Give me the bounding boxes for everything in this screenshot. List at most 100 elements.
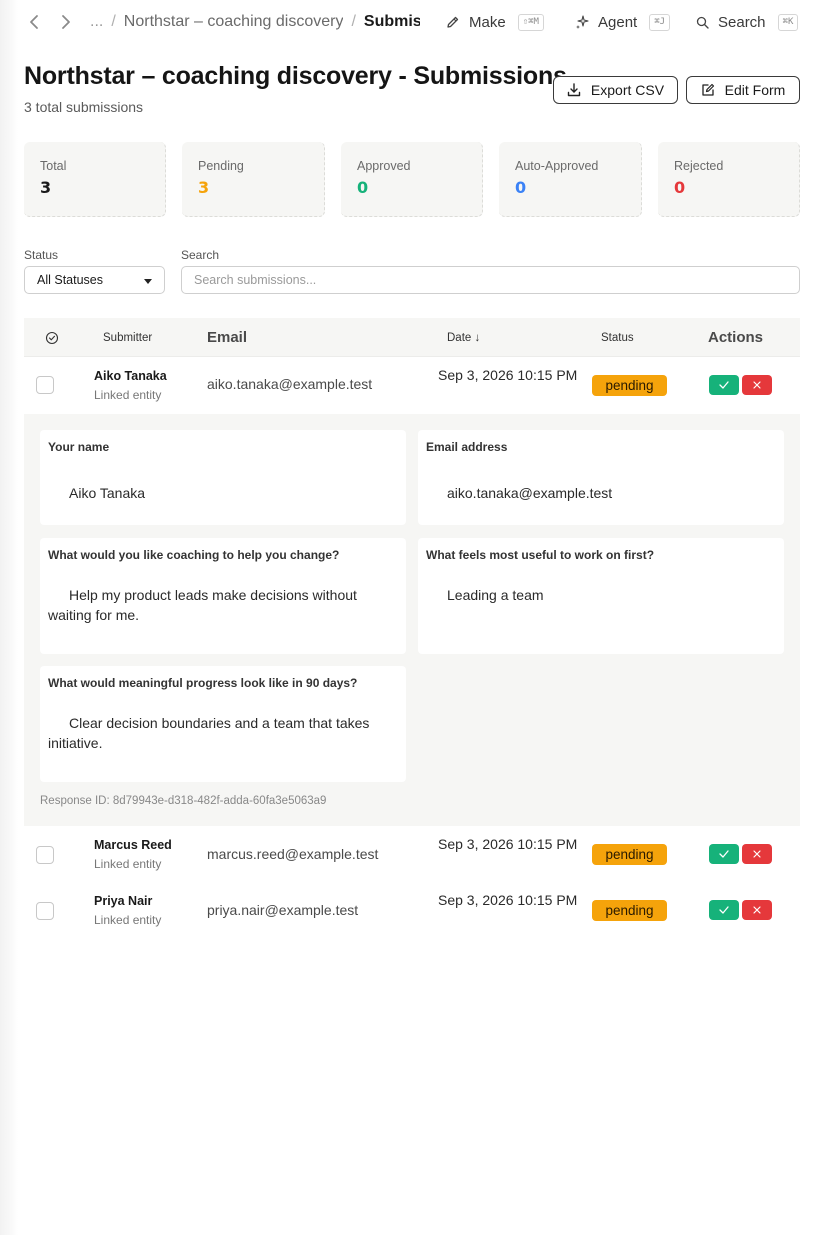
stat-card-rejected: Rejected 0	[658, 142, 800, 217]
stat-value: 3	[40, 178, 52, 197]
search-input[interactable]	[181, 266, 800, 294]
submission-details: Your name Aiko Tanaka Email address aiko…	[24, 414, 800, 826]
stat-value: 3	[198, 178, 210, 197]
status-filter-label: Status	[24, 248, 59, 262]
search-button[interactable]: Search ⌘K	[696, 11, 799, 33]
stat-card-approved: Approved 0	[341, 142, 483, 217]
check-icon	[719, 850, 729, 858]
breadcrumb-ellipsis[interactable]: ...	[90, 13, 103, 31]
sidebar-edge	[0, 0, 18, 1235]
edit-icon	[447, 16, 459, 28]
question-label: Email address	[426, 440, 508, 454]
breadcrumb-parent[interactable]: Northstar – coaching discovery	[124, 13, 344, 31]
submitter-email: marcus.reed@example.test	[207, 846, 379, 862]
search-label: Search	[718, 13, 766, 31]
column-header-submitter[interactable]: Submitter	[103, 318, 152, 357]
submitter-name: Marcus Reed	[94, 838, 172, 852]
answer-card-email: Email address aiko.tanaka@example.test	[418, 430, 784, 525]
linked-entity-label[interactable]: Linked entity	[94, 388, 161, 402]
forward-arrow-icon[interactable]	[56, 12, 76, 32]
submission-date: Sep 3, 2026 10:15 PM	[438, 836, 578, 852]
question-label: What would you like coaching to help you…	[48, 548, 340, 562]
answer-card-name: Your name Aiko Tanaka	[40, 430, 406, 525]
row-checkbox[interactable]	[36, 376, 54, 394]
table-row[interactable]: Aiko Tanaka Linked entity aiko.tanaka@ex…	[24, 357, 800, 414]
submission-count: 3 total submissions	[24, 99, 144, 115]
agent-button[interactable]: Agent ⌘J	[575, 11, 671, 33]
stat-label: Pending	[198, 159, 244, 173]
reject-button[interactable]	[742, 375, 772, 395]
column-header-email[interactable]: Email	[207, 318, 247, 357]
status-badge: pending	[592, 900, 667, 921]
answer-value: Clear decision boundaries and a team tha…	[48, 715, 370, 751]
check-icon	[719, 381, 729, 389]
answer-card-first-focus: What feels most useful to work on first?…	[418, 538, 784, 654]
row-checkbox[interactable]	[36, 846, 54, 864]
stat-card-total: Total 3	[24, 142, 166, 217]
question-label: Your name	[48, 440, 110, 454]
reject-button[interactable]	[742, 844, 772, 864]
stat-value: 0	[357, 178, 369, 197]
submitter-name: Aiko Tanaka	[94, 369, 167, 383]
table-row[interactable]: Marcus Reed Linked entity marcus.reed@ex…	[24, 826, 800, 882]
status-select[interactable]: All Statuses	[24, 266, 165, 294]
answer-value: aiko.tanaka@example.test	[447, 485, 613, 501]
breadcrumb-separator: /	[111, 13, 116, 30]
question-label: What feels most useful to work on first?	[426, 548, 655, 562]
make-shortcut: ⇧⌘M	[517, 13, 544, 31]
submitter-name: Priya Nair	[94, 894, 153, 908]
select-all-icon[interactable]	[45, 318, 59, 357]
table-row[interactable]: Priya Nair Linked entity priya.nair@exam…	[24, 882, 800, 938]
close-icon	[753, 850, 761, 858]
approve-button[interactable]	[709, 900, 739, 920]
download-icon	[567, 83, 581, 97]
submission-date: Sep 3, 2026 10:15 PM	[438, 367, 578, 383]
status-select-value: All Statuses	[37, 273, 104, 287]
page-title: Northstar – coaching discovery - Submiss…	[24, 62, 567, 90]
approve-button[interactable]	[709, 375, 739, 395]
status-badge: pending	[592, 844, 667, 865]
top-bar: ... / Northstar – coaching discovery / S…	[18, 0, 824, 44]
column-header-date[interactable]: Date ↓	[447, 318, 480, 357]
export-csv-label: Export CSV	[590, 82, 665, 98]
linked-entity-label[interactable]: Linked entity	[94, 857, 161, 871]
stat-label: Auto-Approved	[515, 159, 599, 173]
response-id: Response ID: 8d79943e-d318-482f-adda-60f…	[40, 795, 327, 807]
breadcrumb-current: Submissions	[363, 13, 420, 30]
chevron-down-icon	[144, 279, 152, 284]
question-label: What would meaningful progress look like…	[48, 676, 358, 690]
answer-value: Help my product leads make decisions wit…	[48, 587, 357, 623]
answer-value: Leading a team	[447, 587, 544, 603]
edit-form-button[interactable]: Edit Form	[686, 76, 800, 104]
make-button[interactable]: Make ⇧⌘M	[446, 11, 544, 33]
export-csv-button[interactable]: Export CSV	[553, 76, 678, 104]
stat-value: 0	[674, 178, 686, 197]
column-header-status[interactable]: Status	[601, 318, 634, 357]
search-shortcut: ⌘K	[777, 13, 799, 31]
check-icon	[719, 906, 729, 914]
close-icon	[753, 906, 761, 914]
reject-button[interactable]	[742, 900, 772, 920]
search-filter-label: Search	[181, 248, 220, 262]
answer-value: Aiko Tanaka	[69, 485, 146, 501]
make-label: Make	[469, 13, 506, 31]
agent-shortcut: ⌘J	[649, 13, 671, 31]
linked-entity-label[interactable]: Linked entity	[94, 913, 161, 927]
back-arrow-icon[interactable]	[24, 12, 44, 32]
submitter-email: aiko.tanaka@example.test	[207, 376, 373, 392]
stat-label: Total	[40, 159, 67, 173]
stat-value: 0	[515, 178, 527, 197]
answer-card-progress: What would meaningful progress look like…	[40, 666, 406, 782]
stat-card-pending: Pending 3	[182, 142, 325, 217]
submitter-email: priya.nair@example.test	[207, 902, 359, 918]
row-checkbox[interactable]	[36, 902, 54, 920]
answer-card-coaching-change: What would you like coaching to help you…	[40, 538, 406, 654]
stat-label: Approved	[357, 159, 411, 173]
edit-form-label: Edit Form	[724, 82, 786, 98]
approve-button[interactable]	[709, 844, 739, 864]
submission-date: Sep 3, 2026 10:15 PM	[438, 892, 578, 908]
breadcrumb-separator: /	[351, 13, 356, 30]
table-header: Submitter Email Date ↓ Status Actions	[24, 318, 800, 357]
pencil-square-icon	[702, 83, 714, 96]
search-icon	[696, 16, 709, 29]
